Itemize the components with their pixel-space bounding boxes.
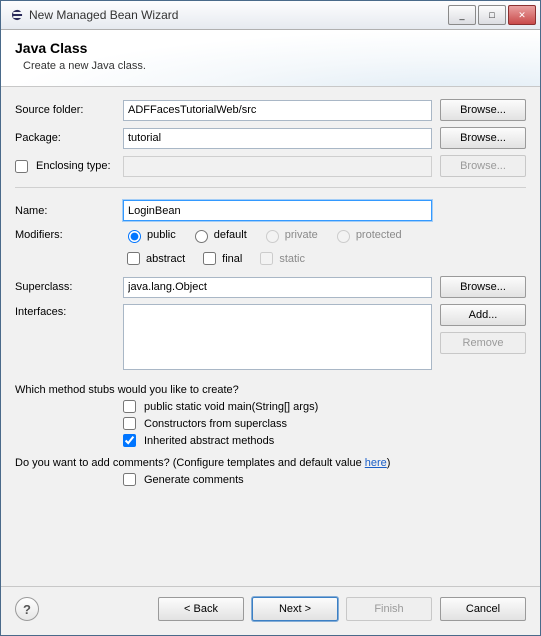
modifier-default-radio[interactable]: default [190, 227, 247, 243]
maximize-button[interactable]: □ [478, 5, 506, 25]
comments-here-link[interactable]: here [365, 457, 387, 469]
modifier-default-label: default [214, 229, 247, 241]
generate-comments-check[interactable] [123, 473, 136, 486]
enclosing-type-input [123, 156, 432, 177]
enclosing-type-browse-button: Browse... [440, 155, 526, 177]
close-button[interactable]: ✕ [508, 5, 536, 25]
enclosing-type-label: Enclosing type: [36, 160, 111, 172]
back-button[interactable]: < Back [158, 597, 244, 621]
comments-question-suffix: ) [387, 457, 391, 469]
modifier-static-label: static [279, 253, 305, 265]
wizard-window: New Managed Bean Wizard _ □ ✕ Java Class… [0, 0, 541, 636]
banner-subtext: Create a new Java class. [23, 60, 526, 72]
window-title: New Managed Bean Wizard [29, 8, 446, 22]
generate-comments-label: Generate comments [144, 474, 244, 486]
stub-constructors-label: Constructors from superclass [144, 418, 287, 430]
finish-button: Finish [346, 597, 432, 621]
name-input[interactable] [123, 200, 432, 221]
modifier-abstract-label: abstract [146, 253, 185, 265]
interfaces-list[interactable] [123, 304, 432, 370]
package-label: Package: [15, 132, 123, 144]
modifier-public-radio[interactable]: public [123, 227, 176, 243]
package-input[interactable] [123, 128, 432, 149]
separator-1 [15, 187, 526, 188]
source-folder-input[interactable] [123, 100, 432, 121]
modifier-abstract-check[interactable]: abstract [123, 249, 185, 268]
superclass-browse-button[interactable]: Browse... [440, 276, 526, 298]
modifier-static-check: static [256, 249, 305, 268]
stub-main-check[interactable] [123, 400, 136, 413]
interfaces-add-button[interactable]: Add... [440, 304, 526, 326]
cancel-button[interactable]: Cancel [440, 597, 526, 621]
stub-main-label: public static void main(String[] args) [144, 401, 318, 413]
stub-inherited-check[interactable] [123, 434, 136, 447]
titlebar: New Managed Bean Wizard _ □ ✕ [1, 1, 540, 30]
modifier-protected-radio: protected [332, 227, 402, 243]
stub-constructors-check[interactable] [123, 417, 136, 430]
help-button[interactable]: ? [15, 597, 39, 621]
interfaces-label: Interfaces: [15, 304, 123, 318]
interfaces-remove-button: Remove [440, 332, 526, 354]
banner: Java Class Create a new Java class. [1, 30, 540, 87]
comments-question-prefix: Do you want to add comments? (Configure … [15, 457, 365, 469]
superclass-label: Superclass: [15, 281, 123, 293]
modifier-final-check[interactable]: final [199, 249, 242, 268]
enclosing-type-checkbox[interactable] [15, 160, 28, 173]
package-browse-button[interactable]: Browse... [440, 127, 526, 149]
modifier-private-radio: private [261, 227, 318, 243]
source-folder-browse-button[interactable]: Browse... [440, 99, 526, 121]
modifier-public-label: public [147, 229, 176, 241]
modifiers-label: Modifiers: [15, 229, 123, 241]
next-button[interactable]: Next > [252, 597, 338, 621]
stubs-question: Which method stubs would you like to cre… [15, 384, 526, 396]
source-folder-label: Source folder: [15, 104, 123, 116]
eclipse-icon [9, 7, 25, 23]
name-label: Name: [15, 205, 123, 217]
banner-heading: Java Class [15, 40, 526, 56]
modifier-private-label: private [285, 229, 318, 241]
modifier-final-label: final [222, 253, 242, 265]
stub-inherited-label: Inherited abstract methods [144, 435, 274, 447]
superclass-input[interactable] [123, 277, 432, 298]
dialog-body: Source folder: Browse... Package: Browse… [1, 87, 540, 586]
minimize-button[interactable]: _ [448, 5, 476, 25]
footer: ? < Back Next > Finish Cancel [1, 586, 540, 635]
modifier-protected-label: protected [356, 229, 402, 241]
